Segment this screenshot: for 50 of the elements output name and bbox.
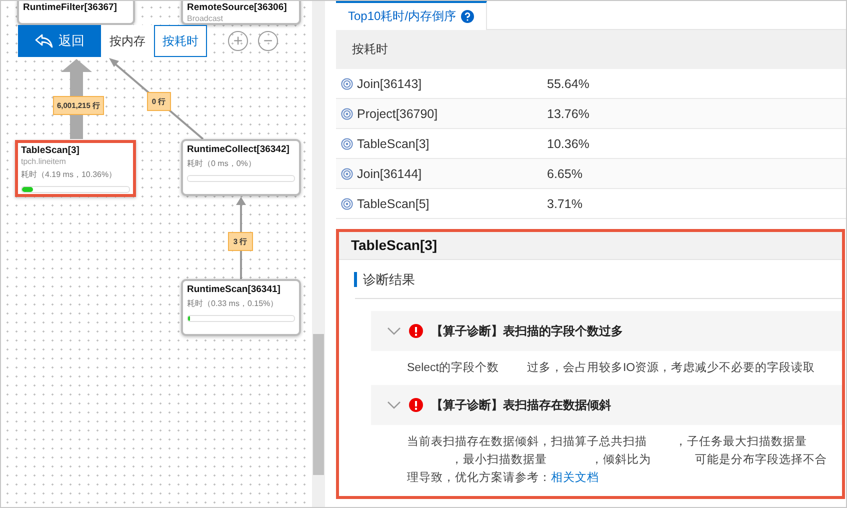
node-time: 耗时（0 ms，0%） bbox=[187, 158, 257, 169]
table-cell-text: Join[36144] bbox=[357, 166, 423, 180]
collapse-header[interactable]: 【算子诊断】表扫描存在数据倾斜 bbox=[371, 385, 842, 425]
node-table: tpch.lineitem bbox=[21, 157, 130, 166]
operator-node[interactable]: RuntimeFilter[36367] bbox=[17, 1, 135, 25]
target-icon[interactable] bbox=[341, 168, 353, 180]
target-icon[interactable] bbox=[341, 78, 353, 90]
node-time: 耗时（4.19 ms，10.36%） bbox=[21, 169, 118, 180]
scrollbar[interactable] bbox=[312, 1, 325, 507]
table-cell-text: TableScan[5] bbox=[357, 196, 430, 210]
node-time: 耗时（0.33 ms，0.15%） bbox=[187, 298, 280, 309]
error-icon bbox=[409, 398, 423, 412]
sort-mode-button[interactable]: 按耗时 bbox=[154, 25, 207, 57]
collapse-header[interactable]: 【算子诊断】表扫描的字段个数过多 bbox=[371, 311, 842, 351]
node-title: TableScan[3] bbox=[21, 145, 80, 156]
error-icon bbox=[409, 324, 423, 338]
target-icon[interactable] bbox=[341, 108, 353, 120]
back-button[interactable]: 返回 bbox=[18, 25, 101, 57]
table-cell-text: TableScan[3] bbox=[357, 136, 430, 150]
tab[interactable]: Top10耗时/内存倒序 bbox=[336, 1, 488, 30]
table-cell-text: Join[36143] bbox=[357, 76, 423, 90]
table-cell: 3.71% bbox=[547, 196, 582, 210]
table-cell-text: Project[36790] bbox=[357, 106, 439, 120]
operator-node[interactable]: RuntimeScan[36341] 耗时（0.33 ms，0.15%） bbox=[181, 279, 301, 336]
table-cell: 6.65% bbox=[547, 166, 582, 180]
diagnosis-title: 【算子诊断】表扫描存在数据倾斜 bbox=[431, 396, 611, 414]
diagnosis-title: 【算子诊断】表扫描的字段个数过多 bbox=[431, 322, 623, 340]
operator-node[interactable]: TableScan[3] tpch.lineitem 耗时（4.19 ms，10.36%） bbox=[15, 140, 136, 197]
diagnosis-text: Select的字段个数 过多，会占用较多IO资源，考虑减少不必要的字段读取 bbox=[406, 360, 816, 376]
section-title: 诊断结果 bbox=[354, 272, 842, 287]
node-title: RemoteSource[36306] bbox=[187, 2, 288, 13]
table-cell: 55.64% bbox=[547, 76, 590, 90]
node-table: Broadcast bbox=[187, 14, 295, 23]
table-cell: 13.76% bbox=[547, 106, 590, 120]
detail-title: TableScan[3] bbox=[339, 232, 842, 260]
target-icon[interactable] bbox=[341, 138, 353, 150]
table-cell: 10.36% bbox=[547, 136, 590, 150]
node-title: RuntimeFilter[36367] bbox=[23, 2, 118, 13]
operator-node[interactable]: RuntimeCollect[36342] 耗时（0 ms，0%） bbox=[181, 139, 301, 196]
diagnosis-text: 当前表扫描存在数据倾斜，扫描算子总共扫描 ，子任务最大扫描数据量 ，最小扫描数据量 ，倾斜比为 可能是分布字段选择不合理导致，优化方案请参考：相关文档 bbox=[406, 434, 828, 486]
docs-link[interactable]: 相关文档 bbox=[551, 472, 599, 484]
target-icon[interactable] bbox=[341, 198, 353, 210]
column-header: 按耗时 bbox=[352, 41, 388, 58]
operator-node[interactable]: RemoteSource[36306] Broadcast bbox=[181, 1, 301, 25]
node-title: RuntimeScan[36341] bbox=[187, 284, 282, 295]
node-title: RuntimeCollect[36342] bbox=[187, 144, 290, 155]
tab-label: Top10耗时/内存倒序 bbox=[348, 8, 456, 25]
help-icon[interactable] bbox=[461, 10, 474, 23]
scrollbar-thumb[interactable] bbox=[313, 334, 324, 475]
back-icon bbox=[34, 34, 52, 48]
